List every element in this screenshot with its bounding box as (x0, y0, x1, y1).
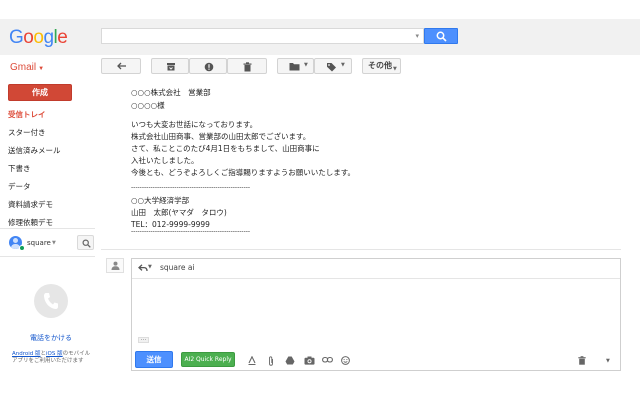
reply-divider (101, 249, 621, 250)
more-label: その他 (368, 61, 392, 70)
make-call-link[interactable]: 電話をかける (0, 333, 102, 343)
sidebar-item-starred[interactable]: スター付き (8, 127, 46, 138)
reply-recipient[interactable]: square ai (160, 263, 195, 272)
sidebar-item-request-demo[interactable]: 資料請求デモ (8, 199, 53, 210)
person-icon (111, 261, 120, 270)
online-status-icon (19, 245, 25, 251)
message-line: さて、私ことこのたび4月1日をもちまして、山田商事に (131, 144, 320, 153)
search-input[interactable]: ▾ (101, 28, 424, 44)
message-line: ○○大学経済学部 (131, 196, 190, 205)
chevron-down-icon[interactable]: ▼ (148, 264, 152, 270)
message-line: 株式会社山田商事、営業部の山田太郎でございます。 (131, 132, 311, 141)
text-format-icon[interactable] (248, 356, 256, 365)
ios-app-link[interactable]: iOS 版 (46, 351, 63, 357)
send-button[interactable]: 送信 (135, 351, 173, 368)
android-app-link[interactable]: Android 版 (12, 351, 41, 357)
message-separator: ----------------------------------------… (131, 184, 251, 191)
archive-icon (167, 63, 175, 71)
quick-reply-button[interactable]: AI2 Quick Reply (181, 352, 235, 367)
message-separator: ----------------------------------------… (131, 228, 251, 235)
gmail-label: Gmail (10, 62, 37, 73)
trash-icon (243, 62, 252, 72)
drive-icon[interactable] (285, 356, 295, 365)
alert-icon (204, 62, 214, 72)
chevron-down-icon[interactable]: ▼ (52, 240, 56, 246)
chevron-down-icon: ▼ (341, 62, 345, 68)
sidebar-item-drafts[interactable]: 下書き (8, 163, 31, 174)
sidebar-divider (0, 228, 95, 229)
show-trimmed-content-button[interactable]: ... (138, 336, 149, 343)
sidebar-item-repair-demo[interactable]: 修理依頼デモ (8, 217, 53, 228)
message-line: 入社いたしました。 (131, 156, 199, 165)
report-spam-button[interactable] (189, 58, 227, 74)
emoji-icon[interactable] (341, 356, 350, 365)
back-arrow-icon (117, 62, 126, 70)
folder-icon (289, 63, 300, 71)
search-icon (82, 239, 91, 248)
attach-icon[interactable] (268, 356, 274, 366)
message-line: ○○○株式会社 営業部 (131, 88, 211, 97)
search-options-icon[interactable]: ▾ (415, 32, 419, 40)
chevron-down-icon: ▼ (38, 66, 45, 72)
sidebar-item-data[interactable]: データ (8, 181, 31, 192)
sidebar-item-inbox[interactable]: 受信トレイ (8, 109, 46, 120)
reply-header: ▼ square ai (132, 259, 620, 279)
sidebar-item-sent[interactable]: 送信済みメール (8, 145, 61, 156)
message-line: 山田 太郎(ヤマダ タロウ) (131, 208, 227, 217)
discard-draft-icon[interactable] (578, 356, 586, 365)
archive-button[interactable] (151, 58, 189, 74)
hangouts-search-button[interactable] (77, 235, 94, 250)
delete-button[interactable] (227, 58, 267, 74)
labels-button[interactable]: ▼ (314, 58, 352, 74)
move-to-button[interactable]: ▼ (277, 58, 314, 74)
avatar (106, 258, 124, 273)
chevron-down-icon: ▼ (393, 66, 397, 72)
back-button[interactable] (101, 58, 141, 74)
link-icon[interactable] (322, 356, 333, 364)
gmail-menu[interactable]: Gmail ▼ (10, 62, 44, 73)
more-actions-button[interactable]: その他 ▼ (362, 58, 401, 74)
reply-box[interactable]: ▼ square ai ... 送信 AI2 Quick Reply ▼ (131, 258, 621, 371)
phone-icon (34, 284, 68, 318)
mobile-apps-text: Android 版とiOS 版のモバイルアプリをご利用いただけます (12, 351, 94, 365)
google-logo[interactable]: Google (9, 27, 68, 49)
search-icon (436, 31, 447, 42)
sidebar-divider (0, 256, 95, 257)
label-tag-icon (327, 63, 336, 72)
chevron-down-icon[interactable]: ▼ (606, 358, 610, 364)
chevron-down-icon: ▼ (304, 62, 308, 68)
compose-button[interactable]: 作成 (8, 84, 72, 101)
photo-icon[interactable] (304, 356, 315, 365)
message-line: 今後とも、どうぞよろしくご指導賜りますようお願いいたします。 (131, 168, 356, 177)
hangouts-user-name[interactable]: square (27, 239, 51, 247)
search-button[interactable] (424, 28, 458, 44)
message-line: ○○○○様 (131, 101, 165, 110)
reply-icon[interactable] (138, 264, 148, 272)
message-line: いつも大変お世話になっております。 (131, 120, 258, 129)
